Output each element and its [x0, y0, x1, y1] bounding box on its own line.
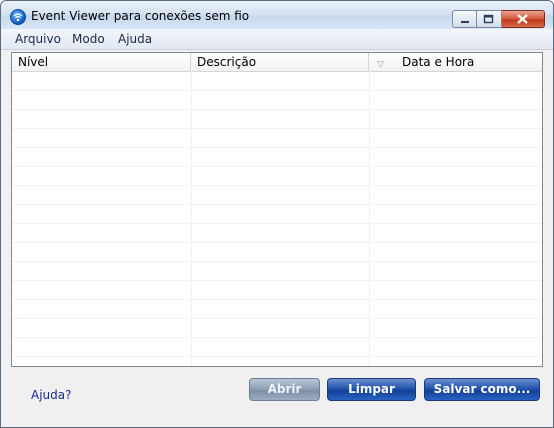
list-header: Nível Descrição ▽ Data e Hora: [12, 53, 542, 72]
close-icon: [517, 14, 528, 24]
column-header-data-hora[interactable]: ▽ Data e Hora: [369, 53, 542, 71]
open-button-label: Abrir: [267, 382, 302, 396]
clear-button[interactable]: Limpar: [327, 378, 416, 401]
sort-descending-icon: ▽: [377, 60, 384, 70]
minimize-button[interactable]: [452, 10, 477, 28]
maximize-icon: [483, 14, 494, 24]
open-button[interactable]: Abrir: [249, 378, 320, 401]
row-gridline: [12, 318, 542, 319]
event-viewer-window: Event Viewer para conexões sem fio Arqui…: [0, 0, 554, 428]
column-header-descricao[interactable]: Descrição: [191, 53, 369, 71]
row-gridline: [12, 128, 542, 129]
row-gridline: [12, 223, 542, 224]
clear-button-label: Limpar: [348, 382, 395, 396]
column-label-data-hora: Data e Hora: [402, 55, 475, 69]
title-bar[interactable]: Event Viewer para conexões sem fio: [1, 1, 553, 29]
row-gridline: [12, 299, 542, 300]
row-gridline: [12, 109, 542, 110]
row-gridline: [12, 166, 542, 167]
menu-bar: Arquivo Modo Ajuda: [1, 29, 553, 50]
row-gridline: [12, 185, 542, 186]
row-gridline: [12, 147, 542, 148]
column-divider: [369, 71, 370, 366]
column-header-nivel[interactable]: Nível: [12, 53, 191, 71]
row-gridline: [12, 356, 542, 357]
save-as-button-label: Salvar como...: [433, 382, 531, 396]
menu-arquivo[interactable]: Arquivo: [15, 32, 61, 46]
row-gridline: [12, 337, 542, 338]
row-gridline: [12, 90, 542, 91]
row-gridline: [12, 242, 542, 243]
window-title: Event Viewer para conexões sem fio: [31, 9, 250, 23]
save-as-button[interactable]: Salvar como...: [424, 378, 540, 401]
row-gridline: [12, 261, 542, 262]
close-button[interactable]: [502, 10, 545, 28]
event-list[interactable]: Nível Descrição ▽ Data e Hora: [11, 52, 543, 367]
column-label-descricao: Descrição: [197, 55, 257, 69]
menu-modo[interactable]: Modo: [72, 32, 105, 46]
help-link[interactable]: Ajuda?: [31, 388, 72, 402]
maximize-button[interactable]: [477, 10, 502, 28]
menu-ajuda[interactable]: Ajuda: [118, 32, 152, 46]
wireless-icon: [10, 9, 26, 25]
row-gridline: [12, 204, 542, 205]
column-divider: [191, 71, 192, 366]
column-label-nivel: Nível: [18, 55, 49, 69]
row-gridline: [12, 280, 542, 281]
minimize-icon: [461, 21, 469, 23]
